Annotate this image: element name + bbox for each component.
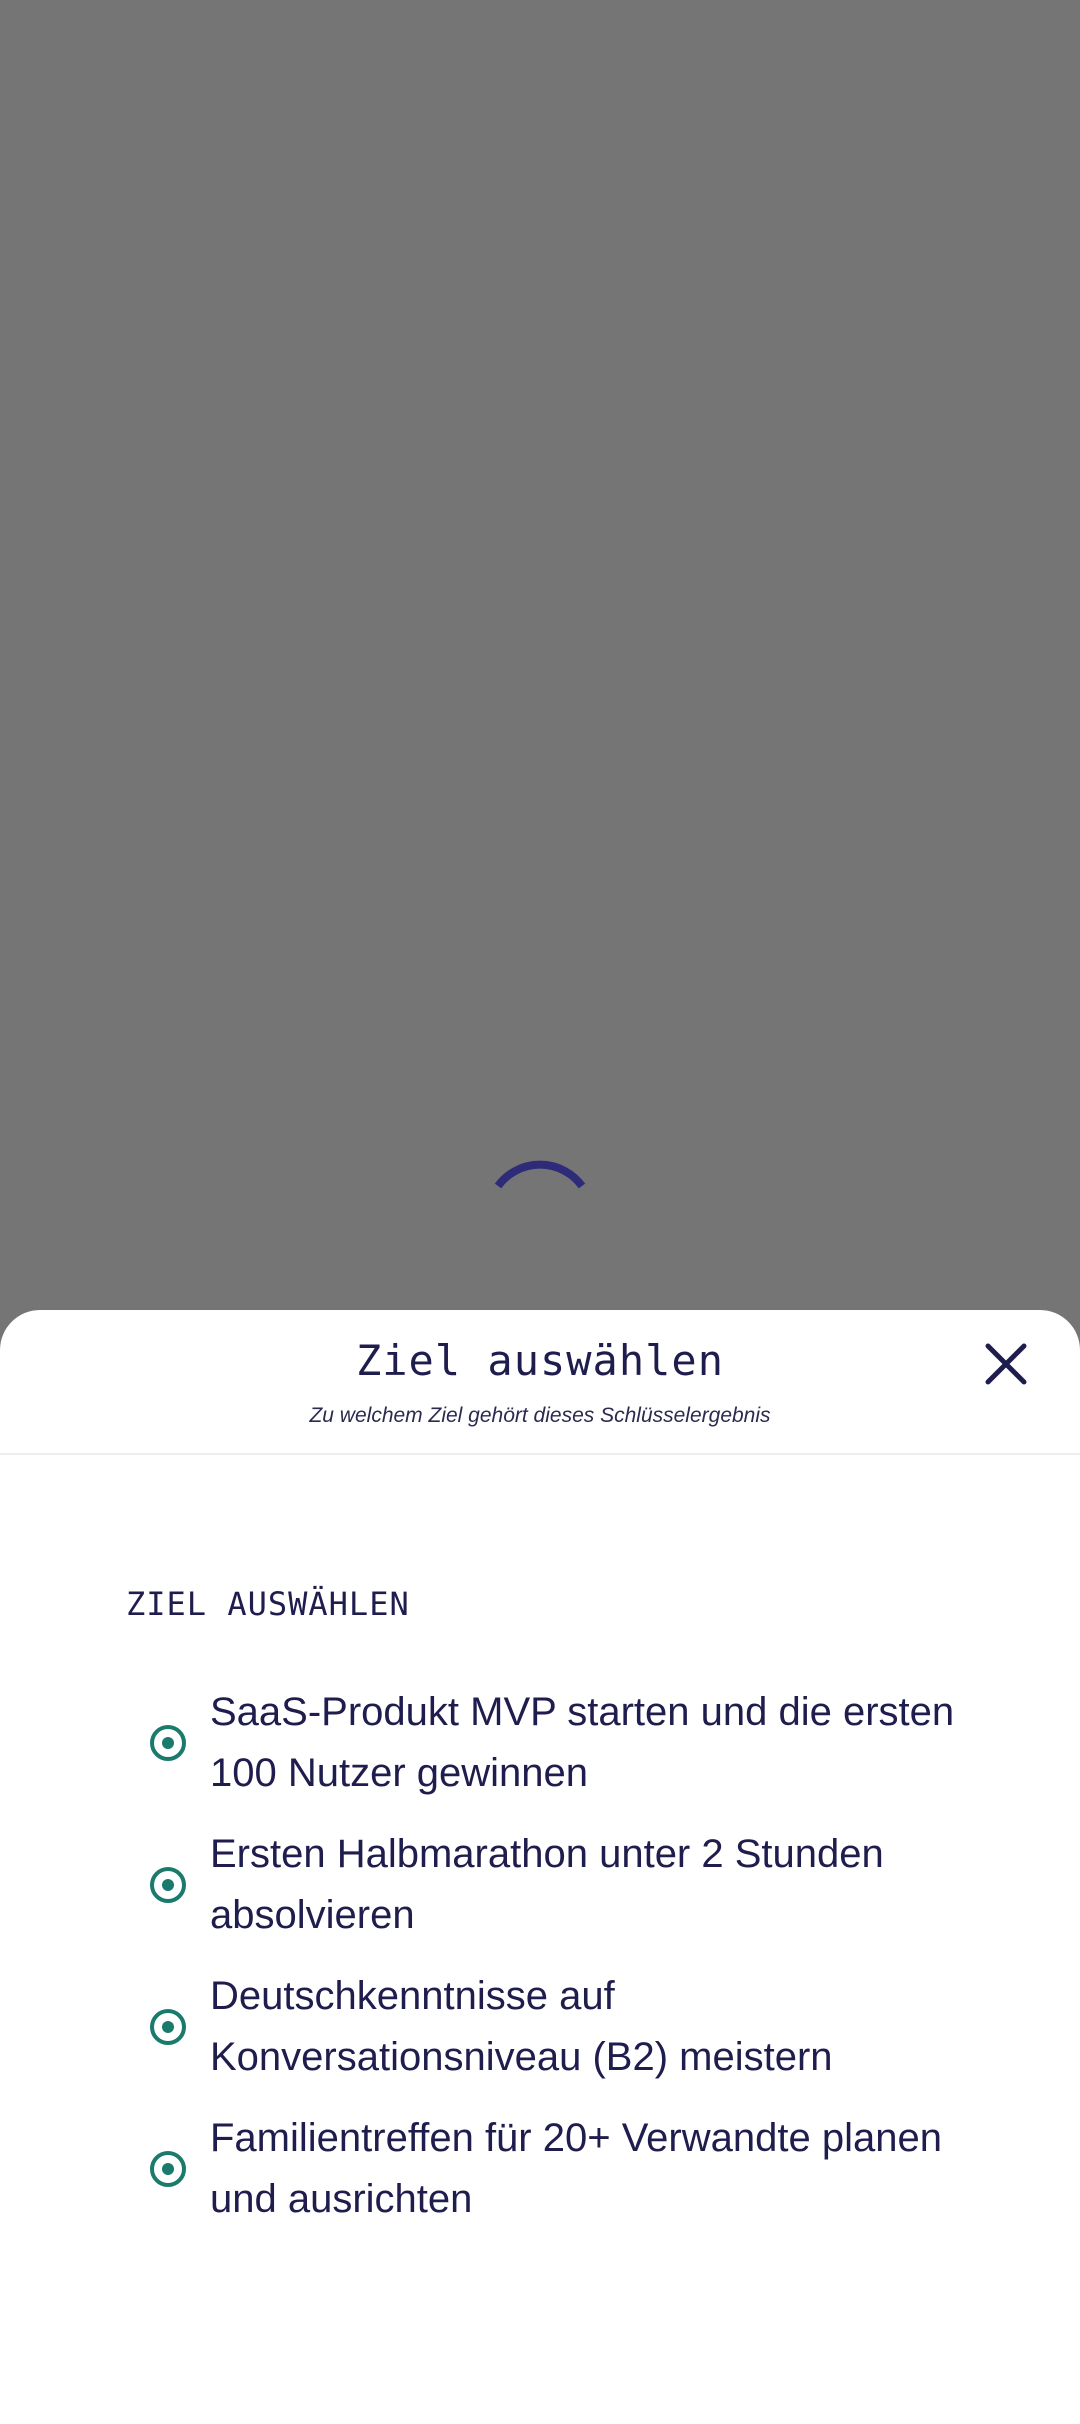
loading-spinner-icon <box>494 1160 586 1189</box>
sheet-title: Ziel auswählen <box>355 1336 724 1385</box>
close-button[interactable] <box>976 1334 1036 1394</box>
goal-label: SaaS-Produkt MVP starten und die ersten … <box>210 1690 955 1795</box>
goal-label: Ersten Halbmarathon unter 2 Stunden abso… <box>210 1832 884 1937</box>
radio-icon[interactable] <box>148 2149 188 2189</box>
goal-option[interactable]: Ersten Halbmarathon unter 2 Stunden abso… <box>126 1814 956 1956</box>
goal-option[interactable]: Familientreffen für 20+ Verwandte planen… <box>126 2098 956 2240</box>
goal-picker-sheet: Ziel auswählen Zu welchem Ziel gehört di… <box>0 1310 1080 2424</box>
radio-icon[interactable] <box>148 1723 188 1763</box>
goal-list: SaaS-Produkt MVP starten und die ersten … <box>126 1672 956 2240</box>
goal-label: Familientreffen für 20+ Verwandte planen… <box>210 2116 942 2221</box>
goal-option[interactable]: Deutschkenntnisse auf Konversationsnivea… <box>126 1956 956 2098</box>
radio-icon[interactable] <box>148 1865 188 1905</box>
goal-option[interactable]: SaaS-Produkt MVP starten und die ersten … <box>126 1672 956 1814</box>
radio-icon[interactable] <box>148 2007 188 2047</box>
sheet-subtitle: Zu welchem Ziel gehört dieses Schlüssele… <box>309 1404 771 1427</box>
close-icon <box>985 1343 1027 1385</box>
goal-label: Deutschkenntnisse auf Konversationsnivea… <box>210 1974 833 2079</box>
section-label: ZIEL AUSWÄHLEN <box>126 1585 410 1623</box>
sheet-header: Ziel auswählen Zu welchem Ziel gehört di… <box>0 1310 1080 1455</box>
